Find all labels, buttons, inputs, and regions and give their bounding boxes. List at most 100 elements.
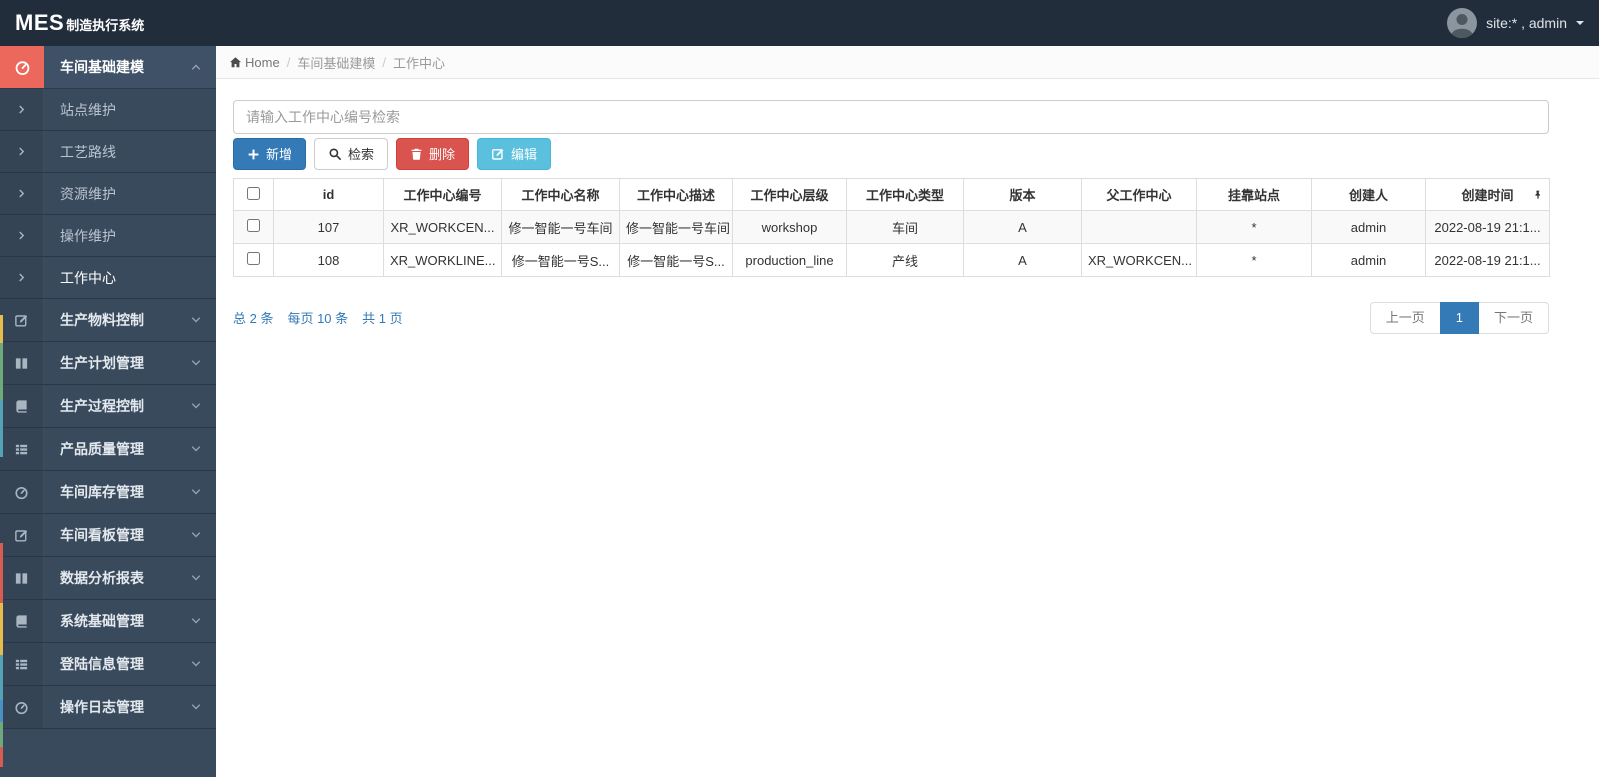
toolbar: 新增 检索 删除 编辑 [233, 138, 1549, 170]
cell-station: * [1196, 210, 1312, 244]
table-row[interactable]: 107 XR_WORKCEN... 修一智能一号车间 修一智能一号车间 work… [233, 210, 1550, 244]
sidebar-group-workshop-modeling[interactable]: 车间基础建模 [0, 46, 216, 89]
sidebar-group-operation-log[interactable]: 操作日志管理 [0, 686, 216, 729]
accent-strip [0, 700, 3, 722]
breadcrumb-home-link[interactable]: Home [229, 55, 280, 70]
book-icon [0, 600, 44, 642]
next-page-button[interactable]: 下一页 [1477, 302, 1549, 334]
summary-per-page: 每页 10 条 [287, 311, 349, 327]
cell-level: workshop [732, 210, 847, 244]
sidebar-item-label: 操作维护 [60, 227, 116, 244]
chevron-right-icon [0, 173, 44, 214]
chevron-down-icon [190, 357, 202, 369]
sidebar-item-resource-maintenance[interactable]: 资源维护 [0, 173, 216, 215]
sidebar-group-process-control[interactable]: 生产过程控制 [0, 385, 216, 428]
user-menu[interactable]: site:* , admin [1447, 8, 1584, 38]
search-button[interactable]: 检索 [314, 138, 389, 170]
cell-type: 产线 [846, 243, 964, 277]
sidebar-item-work-center[interactable]: 工作中心 [0, 257, 216, 299]
edit-button[interactable]: 编辑 [477, 138, 552, 170]
chevron-right-icon [0, 257, 44, 298]
user-label: site:* , admin [1486, 15, 1567, 31]
cell-station: * [1196, 243, 1312, 277]
select-all-checkbox[interactable] [247, 186, 260, 200]
sidebar-item-label: 工艺路线 [60, 143, 116, 160]
chevron-down-icon [190, 529, 202, 541]
sidebar-item-label: 资源维护 [60, 185, 116, 202]
edit-button-label: 编辑 [511, 146, 538, 162]
app-logo-rest: 制造执行系统 [66, 18, 145, 33]
sidebar-group-system-management[interactable]: 系统基础管理 [0, 600, 216, 643]
breadcrumb: Home / 车间基础建模 / 工作中心 [216, 46, 1599, 79]
breadcrumb-item-module[interactable]: 车间基础建模 [297, 53, 375, 72]
trash-icon [411, 148, 422, 160]
accent-strip [0, 343, 3, 400]
column-header-creator: 创建人 [1311, 178, 1426, 211]
sidebar-group-inventory-management[interactable]: 车间库存管理 [0, 471, 216, 514]
sidebar-group-login-info[interactable]: 登陆信息管理 [0, 643, 216, 686]
sidebar-group-material-control[interactable]: 生产物料控制 [0, 299, 216, 342]
app-logo-bold: MES [15, 10, 65, 35]
cell-version: A [963, 243, 1082, 277]
pagination-row: 总 2 条 每页 10 条 共 1 页 上一页 1 下一页 [233, 302, 1549, 334]
cell-type: 车间 [846, 210, 964, 244]
chevron-up-icon [190, 61, 202, 73]
sidebar-group-label: 操作日志管理 [60, 699, 144, 715]
sidebar-group-label: 生产过程控制 [60, 398, 144, 414]
column-header-level: 工作中心层级 [732, 178, 847, 211]
accent-strip [0, 722, 3, 747]
cell-level: production_line [732, 243, 847, 277]
breadcrumb-separator: / [382, 54, 386, 70]
page-1-button[interactable]: 1 [1439, 302, 1479, 334]
delete-button[interactable]: 删除 [396, 138, 470, 170]
cell-code: XR_WORKLINE... [383, 243, 502, 277]
caret-down-icon [1576, 21, 1584, 25]
chevron-right-icon [0, 215, 44, 256]
breadcrumb-separator: / [286, 54, 291, 70]
column-header-version: 版本 [963, 178, 1082, 211]
cell-description: 修一智能一号S... [619, 243, 733, 277]
top-navbar: MES 制造执行系统 site:* , admin [0, 0, 1599, 46]
row-checkbox[interactable] [247, 252, 260, 265]
sidebar-group-quality-management[interactable]: 产品质量管理 [0, 428, 216, 471]
book-icon [0, 385, 44, 427]
sidebar-group-plan-management[interactable]: 生产计划管理 [0, 342, 216, 385]
sidebar-item-site-maintenance[interactable]: 站点维护 [0, 89, 216, 131]
column-header-station: 挂靠站点 [1196, 178, 1312, 211]
sidebar-group-board-management[interactable]: 车间看板管理 [0, 514, 216, 557]
cell-id: 108 [273, 243, 384, 277]
columns-icon [0, 342, 44, 384]
columns-icon [0, 557, 44, 599]
sidebar-item-operation-maintenance[interactable]: 操作维护 [0, 215, 216, 257]
sidebar-group-data-analysis[interactable]: 数据分析报表 [0, 557, 216, 600]
table-row[interactable]: 108 XR_WORKLINE... 修一智能一号S... 修一智能一号S...… [233, 243, 1550, 277]
cell-parent [1081, 210, 1197, 244]
accent-strip [0, 315, 3, 343]
cell-id: 107 [273, 210, 384, 244]
add-button[interactable]: 新增 [233, 138, 307, 170]
gauge-icon [0, 46, 44, 88]
sidebar-group-label: 车间看板管理 [60, 527, 144, 543]
chevron-down-icon [190, 400, 202, 412]
cell-created-time: 2022-08-19 21:1... [1425, 210, 1550, 244]
cell-creator: admin [1311, 210, 1426, 244]
chevron-down-icon [190, 658, 202, 670]
pagination-summary: 总 2 条 每页 10 条 共 1 页 [233, 308, 403, 327]
row-checkbox[interactable] [247, 219, 260, 232]
sidebar-group-label: 生产计划管理 [60, 355, 144, 371]
sidebar-group-label: 生产物料控制 [60, 312, 144, 328]
chevron-right-icon [0, 131, 44, 172]
sidebar-group-label: 车间库存管理 [60, 484, 144, 500]
table-header-row: id 工作中心编号 工作中心名称 工作中心描述 工作中心层级 工作中心类型 版本… [233, 178, 1550, 211]
home-icon [230, 56, 241, 67]
pin-icon[interactable] [1533, 189, 1543, 200]
avatar [1447, 8, 1478, 38]
column-header-parent: 父工作中心 [1081, 178, 1197, 211]
sidebar-item-process-route[interactable]: 工艺路线 [0, 131, 216, 173]
search-input[interactable] [233, 100, 1549, 134]
app-logo[interactable]: MES 制造执行系统 [15, 10, 144, 36]
cell-version: A [963, 210, 1082, 244]
list-icon [0, 428, 44, 470]
prev-page-button[interactable]: 上一页 [1369, 302, 1441, 334]
gauge-icon [0, 686, 44, 728]
